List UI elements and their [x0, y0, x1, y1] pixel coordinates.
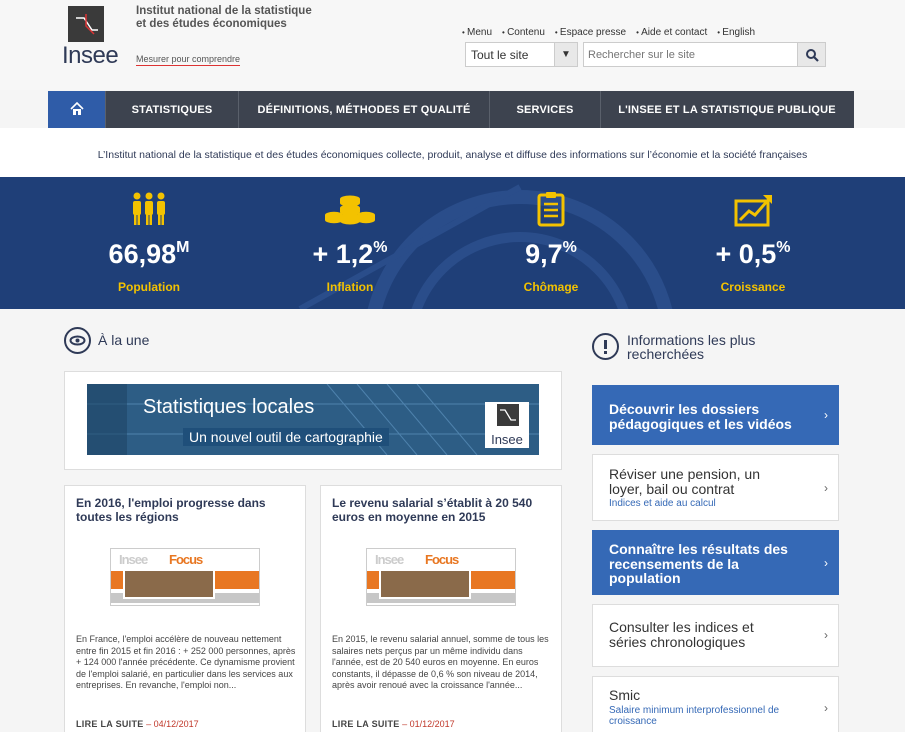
- link-sub: Salaire minimum interprofessionnel de cr…: [609, 705, 780, 727]
- key-figures-band: 66,98M Population + 1,2% Inflation 9,7% …: [0, 177, 905, 309]
- nav-home[interactable]: [48, 91, 106, 128]
- eye-icon: [64, 327, 91, 354]
- chevron-right-icon: ›: [824, 408, 828, 422]
- chevron-right-icon: ›: [824, 628, 828, 642]
- stat-label: Population: [118, 280, 180, 294]
- nav-item-insee-statistique-publique[interactable]: L'INSEE ET LA STATISTIQUE PUBLIQUE: [601, 91, 853, 128]
- focus-word-focus: Focus: [169, 552, 203, 567]
- insee-focus-image: Insee Focus: [366, 548, 516, 606]
- util-link-menu[interactable]: Menu: [462, 27, 492, 38]
- stat-value: + 0,5%: [715, 239, 791, 269]
- growth-chart-icon: [734, 195, 772, 227]
- clipboard-icon: [537, 192, 565, 227]
- logo-emblem-icon: [497, 404, 519, 426]
- news-body: En France, l'emploi accélère de nouveau …: [76, 634, 296, 690]
- news-footer: LIRE LA SUITE – 01/12/2017: [332, 719, 455, 729]
- focus-word-focus: Focus: [425, 552, 459, 567]
- nav-item-services[interactable]: SERVICES: [490, 91, 601, 128]
- stat-label: Croissance: [720, 280, 786, 294]
- link-main: Réviser une pension, un loyer, bail ou c…: [609, 466, 760, 497]
- search-scope-select[interactable]: Tout le site ▼: [465, 42, 578, 67]
- nav-item-definitions[interactable]: DÉFINITIONS, MÉTHODES ET QUALITÉ: [239, 91, 490, 128]
- stat-value: 9,7%: [525, 239, 577, 269]
- news-date: – 01/12/2017: [402, 719, 455, 729]
- chevron-right-icon: ›: [824, 481, 828, 495]
- main-nav: STATISTIQUES DÉFINITIONS, MÉTHODES ET QU…: [48, 91, 854, 128]
- focus-word-insee: Insee: [375, 552, 404, 567]
- news-card[interactable]: En 2016, l'emploi progresse dans toutes …: [64, 485, 306, 732]
- link-main: Smic: [609, 687, 641, 703]
- logo-word: Insee: [62, 42, 119, 69]
- util-link-espace-presse[interactable]: Espace presse: [555, 27, 626, 38]
- news-body: En 2015, le revenu salarial annuel, somm…: [332, 634, 549, 690]
- stat-label: Chômage: [523, 280, 579, 294]
- utility-links: Menu Contenu Espace presse Aide et conta…: [462, 27, 755, 38]
- chevron-down-icon: ▼: [554, 43, 577, 66]
- logo-emblem-icon: [68, 6, 104, 42]
- banner-title: Statistiques locales: [143, 396, 315, 418]
- search-scope-value: Tout le site: [471, 48, 529, 62]
- focus-photo: [379, 569, 471, 599]
- focus-photo: [123, 569, 215, 599]
- link-sub: Indices et aide au calcul: [609, 498, 716, 509]
- stat-label: Inflation: [326, 280, 374, 294]
- une-title: À la une: [98, 332, 150, 348]
- banner-logo-word: Insee: [491, 432, 523, 447]
- institute-name: Institut national de la statistique et d…: [136, 5, 312, 30]
- chevron-right-icon: ›: [824, 556, 828, 570]
- insee-focus-image: Insee Focus: [110, 548, 260, 606]
- link-card-indices-series[interactable]: Consulter les indices et séries chronolo…: [592, 604, 839, 667]
- util-link-english[interactable]: English: [717, 27, 755, 38]
- news-title[interactable]: Le revenu salarial s’établit à 20 540 eu…: [332, 496, 552, 524]
- news-date: – 04/12/2017: [146, 719, 199, 729]
- stat-value: + 1,2%: [312, 239, 388, 269]
- link-card-smic[interactable]: Smic Salaire minimum interprofessionnel …: [592, 676, 839, 732]
- link-main: Connaître les résultats des recensements…: [609, 541, 788, 586]
- link-card-reviser-pension[interactable]: Réviser une pension, un loyer, bail ou c…: [592, 454, 839, 521]
- info-title: Informations les plus recherchées: [627, 332, 756, 362]
- chevron-right-icon: ›: [824, 701, 828, 715]
- nav-item-statistiques[interactable]: STATISTIQUES: [106, 91, 239, 128]
- link-main: Découvrir les dossiers pédagogiques et l…: [609, 401, 792, 432]
- featured-banner-card[interactable]: Statistiques locales Un nouvel outil de …: [64, 371, 562, 470]
- news-card[interactable]: Le revenu salarial s’établit à 20 540 eu…: [320, 485, 562, 732]
- people-icon: [133, 192, 165, 225]
- search-input[interactable]: [583, 42, 798, 67]
- link-main: Consulter les indices et séries chronolo…: [609, 619, 754, 650]
- link-card-recensements[interactable]: Connaître les résultats des recensements…: [592, 530, 839, 595]
- news-title[interactable]: En 2016, l'emploi progresse dans toutes …: [76, 496, 296, 524]
- info-icon: [592, 333, 619, 360]
- search-icon: [806, 49, 819, 62]
- tagline: Mesurer pour comprendre: [136, 54, 241, 66]
- read-more-link[interactable]: LIRE LA SUITE: [76, 719, 144, 729]
- link-card-dossiers-pedagogiques[interactable]: Découvrir les dossiers pédagogiques et l…: [592, 385, 839, 445]
- home-icon: [70, 102, 84, 115]
- intro-text: L’Institut national de la statistique et…: [0, 128, 905, 177]
- site-header: Insee Institut national de la statistiqu…: [0, 0, 905, 90]
- featured-banner[interactable]: Statistiques locales Un nouvel outil de …: [87, 384, 539, 455]
- news-footer: LIRE LA SUITE – 04/12/2017: [76, 719, 199, 729]
- banner-subtitle: Un nouvel outil de cartographie: [183, 428, 389, 446]
- read-more-link[interactable]: LIRE LA SUITE: [332, 719, 400, 729]
- search-button[interactable]: [797, 42, 826, 67]
- coins-icon: [325, 195, 375, 225]
- stat-value: 66,98M: [108, 239, 190, 269]
- focus-word-insee: Insee: [119, 552, 148, 567]
- util-link-contenu[interactable]: Contenu: [502, 27, 545, 38]
- util-link-aide-contact[interactable]: Aide et contact: [636, 27, 707, 38]
